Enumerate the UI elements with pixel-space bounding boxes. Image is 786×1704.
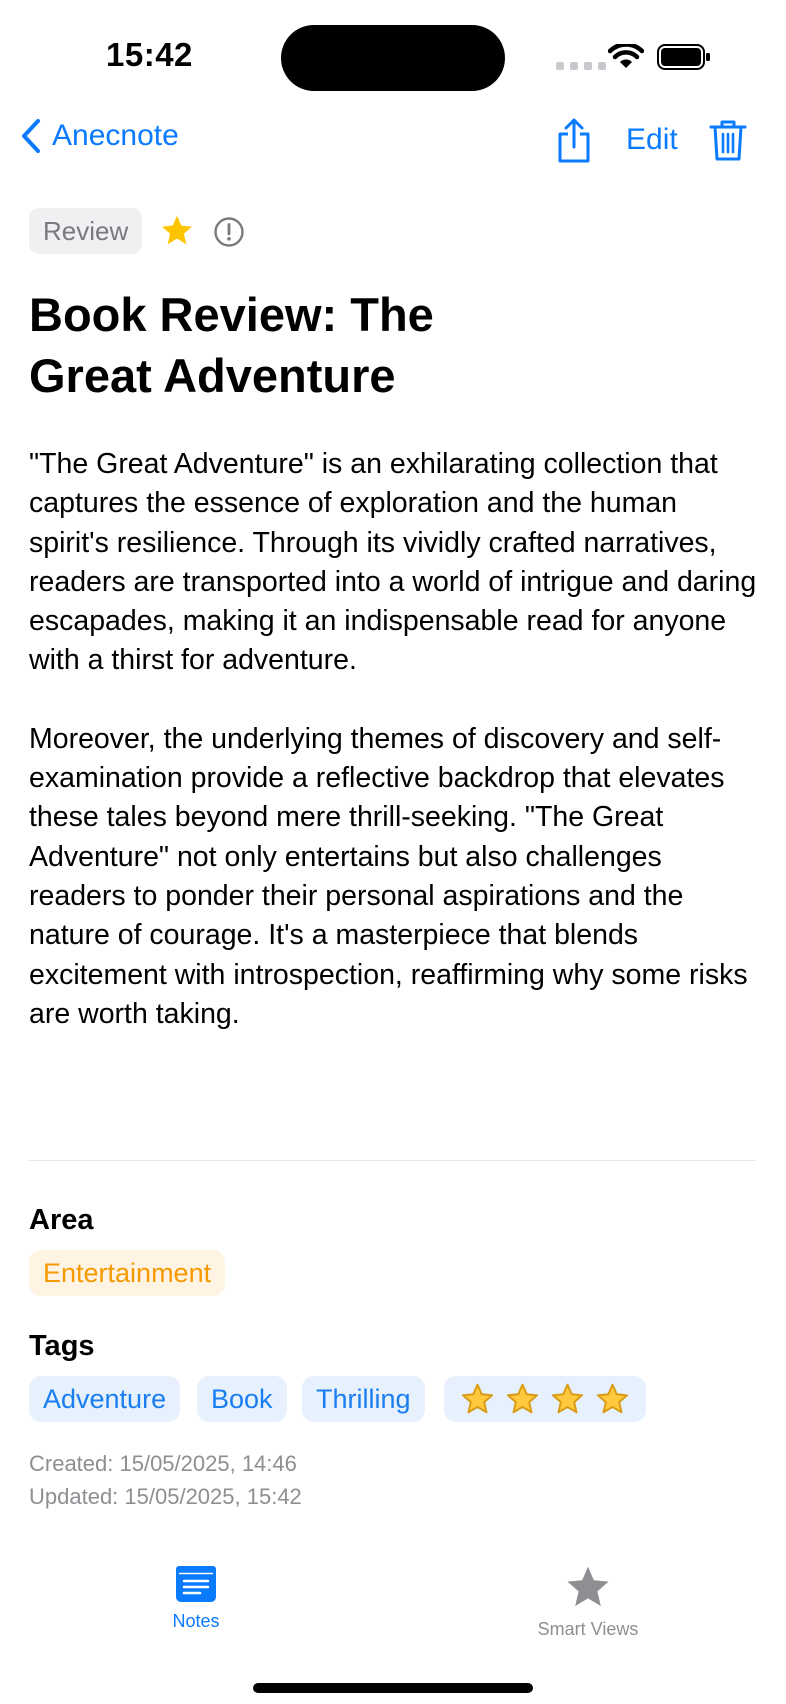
rating-star-icon xyxy=(596,1383,629,1413)
section-divider xyxy=(29,1160,756,1161)
star-icon xyxy=(567,1566,609,1606)
back-button[interactable]: Anecnote xyxy=(20,118,179,154)
tags-section-label: Tags xyxy=(29,1330,95,1362)
status-time: 15:42 xyxy=(106,36,193,73)
tab-notes[interactable]: Notes xyxy=(116,1565,276,1632)
tag-chip-adventure[interactable]: Adventure xyxy=(29,1376,181,1422)
note-title: Book Review: The Great Adventure xyxy=(29,288,434,402)
info-icon[interactable] xyxy=(213,216,245,253)
rating-star-icon xyxy=(506,1383,539,1413)
tab-smart-views[interactable]: Smart Views xyxy=(508,1565,668,1640)
tag-chip-rating[interactable] xyxy=(444,1376,646,1422)
share-icon xyxy=(558,118,590,163)
chevron-left-icon xyxy=(22,119,40,153)
tab-smart-views-label: Smart Views xyxy=(537,1619,639,1639)
edit-button[interactable]: Edit xyxy=(626,123,678,157)
battery-icon xyxy=(657,44,711,75)
note-type-badge: Review xyxy=(29,208,143,254)
note-detail-screen: 15:42 Anecnote Edit Review Book Review: … xyxy=(0,0,786,1704)
updated-timestamp: Updated: 15/05/2025, 15:42 xyxy=(29,1484,302,1509)
timestamps: Created: 15/05/2025, 14:46 Updated: 15/0… xyxy=(29,1447,302,1513)
rating-star-icon xyxy=(551,1383,584,1413)
area-section-label: Area xyxy=(29,1204,94,1236)
created-timestamp: Created: 15/05/2025, 14:46 xyxy=(29,1451,297,1476)
share-button[interactable] xyxy=(555,118,593,169)
note-paragraph: Moreover, the underlying themes of disco… xyxy=(29,722,748,1030)
tag-chip-book[interactable]: Book xyxy=(197,1376,287,1422)
trash-icon xyxy=(709,120,747,161)
notes-icon xyxy=(176,1566,216,1602)
delete-button[interactable] xyxy=(709,118,747,167)
rating-star-icon xyxy=(461,1383,494,1413)
tab-notes-label: Notes xyxy=(172,1611,220,1631)
home-indicator[interactable] xyxy=(253,1683,533,1693)
area-chip[interactable]: Entertainment xyxy=(29,1250,226,1296)
note-paragraph: "The Great Adventure" is an exhilarating… xyxy=(29,448,757,677)
cellular-signal-icon xyxy=(556,62,606,70)
back-button-label: Anecnote xyxy=(52,119,179,152)
tag-chip-thrilling[interactable]: Thrilling xyxy=(302,1376,425,1422)
favorite-star-icon[interactable] xyxy=(159,213,195,254)
wifi-icon xyxy=(607,42,645,75)
dynamic-island xyxy=(281,25,505,91)
note-body: "The Great Adventure" is an exhilarating… xyxy=(29,445,759,1034)
